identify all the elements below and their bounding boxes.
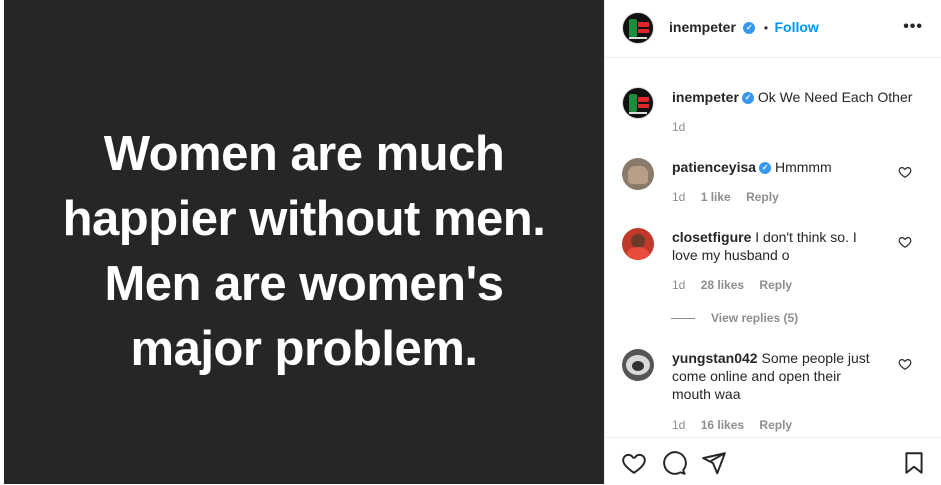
comment-2-time[interactable]: 1d (672, 278, 685, 292)
comment-3-meta: 1d 16 likes Reply (672, 418, 804, 432)
replies-divider (671, 318, 695, 320)
comment-1: patienceyisa ✓ Hmmmm (672, 158, 892, 176)
commenter-avatar[interactable] (622, 158, 654, 190)
post-line-4: major problem. (130, 322, 478, 376)
bookmark-icon[interactable] (901, 450, 927, 476)
comment-1-reply-button[interactable]: Reply (746, 190, 779, 204)
author-avatar[interactable] (622, 12, 654, 44)
comment-2-likes[interactable]: 28 likes (701, 278, 744, 292)
more-options-icon[interactable]: ••• (903, 18, 923, 36)
post-line-3: Men are women's (104, 257, 504, 311)
header-separator: • (763, 21, 769, 35)
comment-2-username[interactable]: closetfigure (672, 229, 751, 245)
follow-button[interactable]: Follow (774, 19, 818, 35)
comment-3-reply-button[interactable]: Reply (759, 418, 792, 432)
author-username[interactable]: inempeter (669, 19, 736, 35)
verified-badge-icon: ✓ (759, 162, 772, 175)
comment-1-username[interactable]: patienceyisa (672, 159, 756, 175)
view-replies-button[interactable]: View replies (5) (671, 311, 798, 325)
caption-text: Ok We Need Each Other (757, 89, 913, 105)
post-line-1: Women are much (103, 127, 505, 181)
comment-2-reply-button[interactable]: Reply (759, 278, 792, 292)
caption-username[interactable]: inempeter (672, 89, 739, 105)
comment-3: yungstan042 Some people just come online… (672, 349, 877, 403)
caption-avatar[interactable] (622, 87, 654, 119)
view-replies-label: View replies (5) (711, 311, 799, 325)
commenter-avatar[interactable] (622, 228, 654, 260)
post-line-2: happier without men. (62, 192, 546, 246)
comment-3-username[interactable]: yungstan042 (672, 350, 758, 366)
comment-icon[interactable] (661, 450, 687, 476)
commenter-avatar[interactable] (622, 349, 654, 381)
caption-meta: 1d (672, 120, 697, 134)
heart-icon[interactable] (621, 450, 647, 476)
comment-1-time[interactable]: 1d (672, 190, 685, 204)
comment-2-meta: 1d 28 likes Reply (672, 278, 804, 292)
post-actions-bar (605, 437, 941, 485)
post-side-panel: inempeter ✓ • Follow ••• inempeter ✓ Ok W… (604, 0, 941, 484)
like-comment-1-heart-icon[interactable] (898, 165, 912, 179)
post-image[interactable]: Women are much happier without men. Men … (4, 0, 604, 484)
like-comment-3-heart-icon[interactable] (898, 357, 912, 371)
post-header: inempeter ✓ • Follow ••• (605, 0, 941, 58)
comment-3-likes[interactable]: 16 likes (701, 418, 744, 432)
share-icon[interactable] (701, 450, 727, 476)
comment-3-time[interactable]: 1d (672, 418, 685, 432)
verified-badge-icon: ✓ (743, 21, 756, 34)
comment-1-likes[interactable]: 1 like (701, 190, 731, 204)
comment-1-meta: 1d 1 like Reply (672, 190, 791, 204)
verified-badge-icon: ✓ (741, 92, 754, 105)
caption-time[interactable]: 1d (672, 120, 685, 134)
post-text: Women are much happier without men. Men … (63, 122, 546, 382)
comment-2: closetfigure I don't think so. I love my… (672, 228, 872, 264)
caption: inempeter ✓ Ok We Need Each Other (672, 88, 922, 106)
comment-1-text: Hmmmm (774, 159, 832, 175)
like-comment-2-heart-icon[interactable] (898, 235, 912, 249)
